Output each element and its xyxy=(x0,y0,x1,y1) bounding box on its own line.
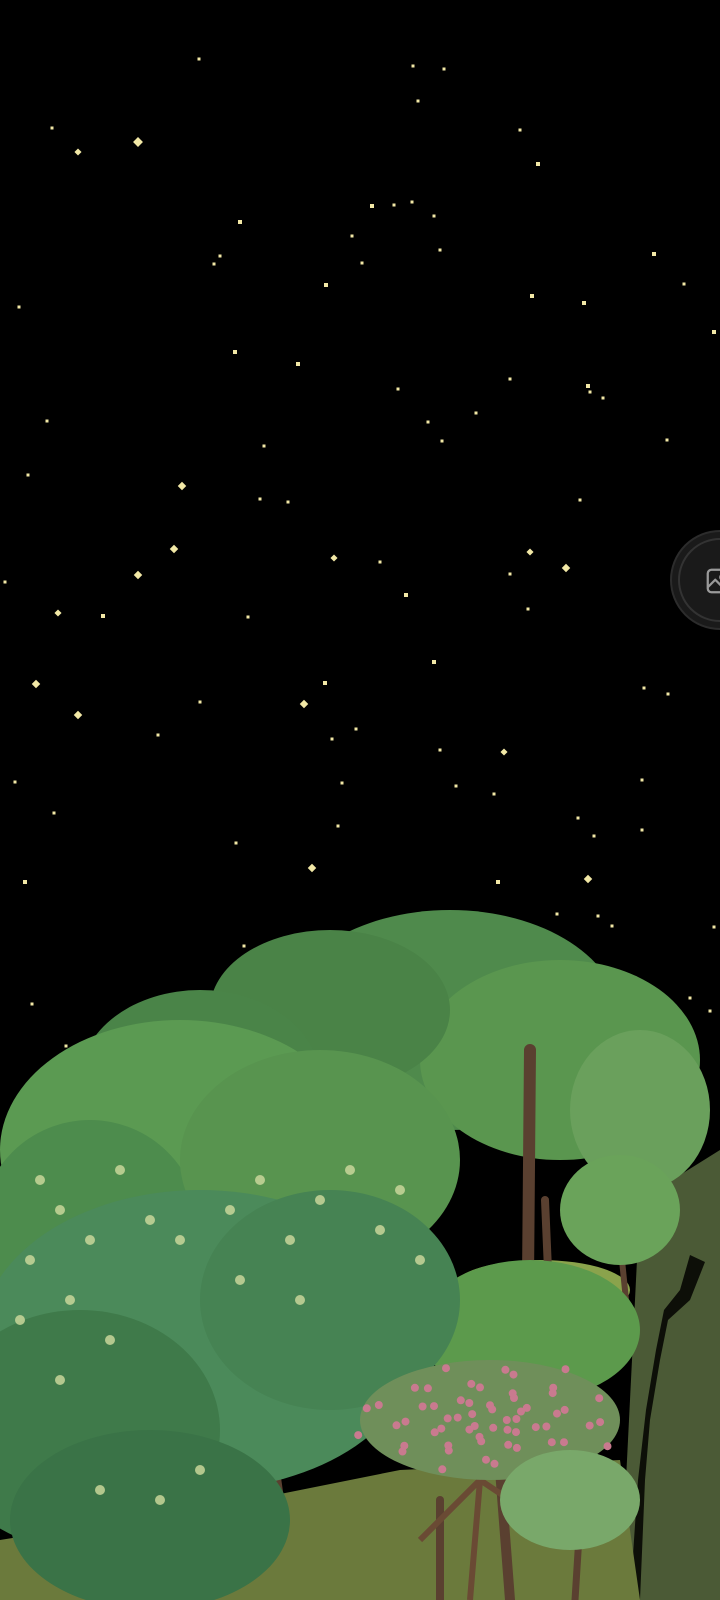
pink-blossom xyxy=(490,1459,499,1468)
pink-blossom xyxy=(547,1438,556,1447)
pale-blossom xyxy=(25,1255,35,1265)
pink-blossom xyxy=(549,1383,558,1392)
pale-blossom xyxy=(315,1195,325,1205)
pale-blossom xyxy=(345,1165,355,1175)
pink-blossom xyxy=(512,1443,521,1452)
pink-blossom xyxy=(512,1415,521,1423)
small-tree xyxy=(500,1450,640,1550)
pink-blossom xyxy=(603,1442,612,1451)
pale-blossom xyxy=(35,1175,45,1185)
pink-blossom xyxy=(553,1409,561,1418)
pink-blossom xyxy=(430,1428,439,1437)
pink-blossom xyxy=(444,1446,453,1455)
pink-blossom xyxy=(467,1379,476,1388)
pink-blossom xyxy=(410,1383,419,1392)
pale-blossom xyxy=(175,1235,185,1245)
pink-blossom xyxy=(442,1364,450,1373)
pale-blossom xyxy=(55,1205,65,1215)
forest-hillside xyxy=(0,910,720,1600)
pink-blossom xyxy=(509,1370,518,1379)
image-gallery-icon xyxy=(706,568,720,594)
pink-blossom xyxy=(482,1455,490,1464)
pink-blossom xyxy=(512,1428,520,1437)
pink-blossom xyxy=(542,1422,551,1431)
pale-blossom xyxy=(285,1235,295,1245)
pink-blossom xyxy=(560,1438,568,1447)
pink-blossom xyxy=(465,1399,474,1407)
pink-blossom xyxy=(430,1402,438,1411)
pale-blossom xyxy=(375,1225,385,1235)
pink-blossom xyxy=(501,1365,510,1374)
pink-blossom xyxy=(465,1425,474,1434)
pink-blossom xyxy=(595,1394,604,1403)
pale-blossom xyxy=(235,1275,245,1285)
pale-blossom xyxy=(155,1495,165,1505)
pink-blossom xyxy=(398,1447,407,1456)
pale-blossom xyxy=(195,1465,205,1475)
pale-blossom xyxy=(115,1165,125,1175)
pale-blossom xyxy=(55,1375,65,1385)
pale-blossom xyxy=(395,1185,405,1195)
pink-blossom xyxy=(560,1405,569,1414)
pale-blossom xyxy=(225,1205,235,1215)
pink-blossom xyxy=(486,1401,494,1410)
pink-blossom xyxy=(504,1440,513,1449)
pink-blossom xyxy=(477,1437,486,1446)
pink-blossom xyxy=(423,1384,432,1393)
pink-blossom xyxy=(354,1431,363,1440)
game-scene xyxy=(0,0,720,1600)
pink-blossom xyxy=(418,1402,427,1411)
pale-blossom xyxy=(85,1235,95,1245)
pale-blossom xyxy=(415,1255,425,1265)
pale-blossom xyxy=(65,1295,75,1305)
pale-blossom xyxy=(295,1295,305,1305)
pale-blossom xyxy=(255,1175,265,1185)
pink-blossom xyxy=(585,1421,594,1430)
pink-blossom xyxy=(502,1416,511,1424)
pink-blossom xyxy=(531,1423,540,1432)
pink-blossom xyxy=(508,1389,517,1398)
pink-blossom xyxy=(401,1417,410,1426)
pink-blossom xyxy=(443,1414,452,1423)
pink-blossom xyxy=(489,1423,498,1432)
pink-blossom xyxy=(503,1425,512,1434)
pink-blossom xyxy=(453,1413,462,1422)
pink-blossom xyxy=(468,1410,477,1419)
pink-blossom xyxy=(392,1421,401,1430)
pink-blossom xyxy=(374,1401,383,1409)
pink-blossom xyxy=(522,1403,531,1412)
pale-blossom xyxy=(95,1485,105,1495)
pink-blossom xyxy=(438,1465,447,1474)
pink-blossom xyxy=(456,1396,465,1405)
pink-blossom xyxy=(476,1383,484,1392)
pale-blossom xyxy=(105,1335,115,1345)
pink-blossom xyxy=(561,1365,570,1374)
pale-blossom xyxy=(15,1315,25,1325)
pink-blossom xyxy=(596,1418,605,1427)
pale-blossom xyxy=(145,1215,155,1225)
pink-blossom xyxy=(362,1404,371,1413)
